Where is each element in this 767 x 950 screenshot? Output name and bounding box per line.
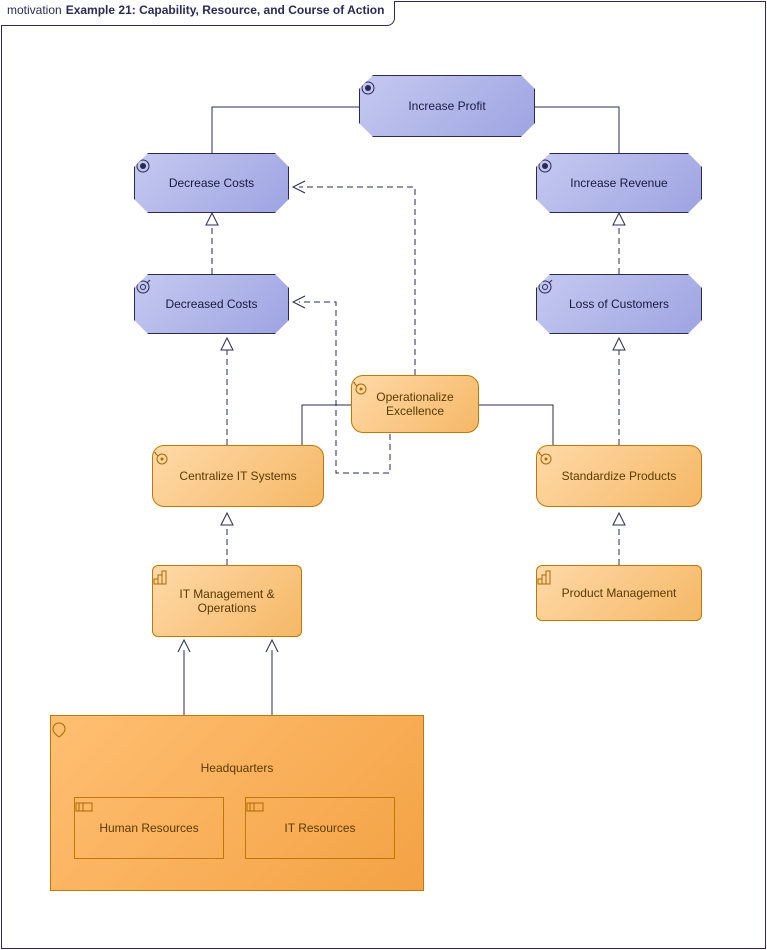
- location-label: Headquarters: [182, 761, 292, 775]
- course-standardize-products[interactable]: Standardize Products: [536, 445, 702, 507]
- course-label: Centralize IT Systems: [179, 469, 296, 483]
- tri-standardize: [613, 338, 625, 350]
- arrow-opex-decreased: [293, 296, 305, 308]
- arrow-itres: [266, 640, 278, 652]
- arrow-hr: [178, 640, 190, 652]
- tri-prodmgmt: [613, 513, 625, 525]
- goal-icon: [537, 158, 553, 174]
- goal-increase-profit[interactable]: Increase Profit: [359, 75, 535, 137]
- location-icon: [51, 722, 67, 738]
- tri-itmgmt: [221, 513, 233, 525]
- course-centralize-it[interactable]: Centralize IT Systems: [152, 445, 324, 507]
- goal-decrease-costs[interactable]: Decrease Costs: [134, 153, 289, 213]
- edge-profit-to-decrease: [212, 107, 359, 153]
- edge-opex-to-centralize: [302, 405, 351, 445]
- capability-it-mgmt-ops[interactable]: IT Management & Operations: [152, 565, 302, 637]
- outcome-loss-of-customers[interactable]: Loss of Customers: [536, 274, 702, 334]
- goal-label: Increase Profit: [408, 99, 485, 113]
- resource-icon: [75, 802, 93, 812]
- outcome-label: Loss of Customers: [569, 297, 669, 311]
- resource-human-resources[interactable]: Human Resources: [74, 797, 224, 859]
- edge-profit-to-revenue: [535, 107, 619, 153]
- diagram-title-tab: motivation Example 21: Capability, Resour…: [1, 1, 395, 26]
- course-label: Standardize Products: [562, 469, 677, 483]
- course-icon: [153, 450, 169, 466]
- tri-decreased-costs: [206, 213, 218, 225]
- capability-icon: [153, 570, 169, 586]
- capability-product-mgmt[interactable]: Product Management: [536, 565, 702, 621]
- goal-icon: [360, 80, 376, 96]
- diagram-type-label: motivation: [7, 3, 62, 17]
- resource-label: Human Resources: [99, 821, 198, 835]
- edge-opex-to-standardize: [479, 405, 553, 445]
- resource-icon: [246, 802, 264, 812]
- resource-label: IT Resources: [284, 821, 355, 835]
- course-icon: [537, 450, 553, 466]
- capability-icon: [537, 570, 553, 586]
- edge-opex-to-decrease-costs: [299, 187, 415, 375]
- goal-label: Decrease Costs: [169, 176, 254, 190]
- capability-label: IT Management & Operations: [157, 587, 297, 615]
- capability-label: Product Management: [562, 586, 677, 600]
- outcome-icon: [537, 279, 553, 295]
- tri-loss-customers: [613, 213, 625, 225]
- goal-label: Increase Revenue: [570, 176, 667, 190]
- outcome-label: Decreased Costs: [165, 297, 257, 311]
- tri-centralize: [221, 338, 233, 350]
- outcome-icon: [135, 279, 151, 295]
- diagram-frame: motivation Example 21: Capability, Resour…: [1, 1, 766, 949]
- outcome-decreased-costs[interactable]: Decreased Costs: [134, 274, 289, 334]
- diagram-title: Example 21: Capability, Resource, and Co…: [66, 3, 385, 17]
- arrow-opex-decrease: [293, 181, 305, 193]
- course-operationalize-excellence[interactable]: Operationalize Excellence: [351, 375, 479, 433]
- goal-increase-revenue[interactable]: Increase Revenue: [536, 153, 702, 213]
- resource-it-resources[interactable]: IT Resources: [245, 797, 395, 859]
- goal-icon: [135, 158, 151, 174]
- course-label: Operationalize Excellence: [356, 390, 474, 418]
